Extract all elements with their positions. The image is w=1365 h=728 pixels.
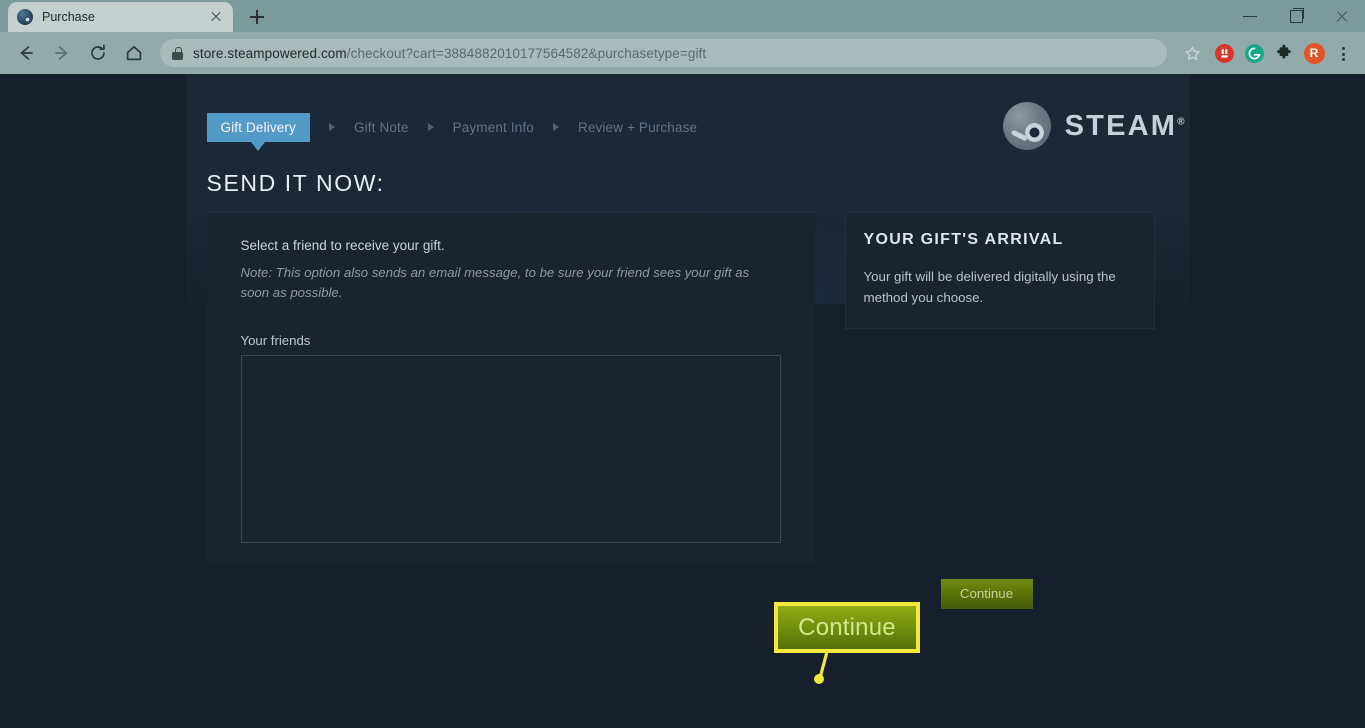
friends-list-box[interactable] <box>240 354 781 543</box>
breadcrumb-arrow-icon <box>310 123 354 131</box>
continue-button[interactable]: Continue <box>940 578 1033 609</box>
window-controls <box>1227 0 1365 32</box>
minimize-button[interactable] <box>1227 0 1273 32</box>
avatar-initial: R <box>1303 42 1325 64</box>
continue-button-zoom-callout: Continue <box>774 602 920 653</box>
form-lead-text: Select a friend to receive your gift. <box>240 238 445 253</box>
breadcrumb-arrow-icon <box>409 123 453 131</box>
browser-titlebar: Purchase <box>0 0 1365 32</box>
breadcrumb-step-payment-info[interactable]: Payment Info <box>453 113 534 142</box>
url-host: store.steampowered.com <box>193 45 347 61</box>
breadcrumb-step-review-purchase[interactable]: Review + Purchase <box>578 113 697 142</box>
close-tab-icon[interactable] <box>208 9 224 25</box>
steam-word-text: STEAM <box>1064 109 1178 142</box>
gift-arrival-heading: YOUR GIFT'S ARRIVAL <box>863 231 1064 248</box>
steam-checkout-page: Gift Delivery Gift Note Payment Info Rev… <box>0 74 1365 728</box>
steam-logo[interactable]: STEAM® <box>1002 102 1185 150</box>
gift-delivery-form: Select a friend to receive your gift. No… <box>206 212 815 565</box>
page-title: SEND IT NOW: <box>206 170 385 196</box>
url-path: /checkout?cart=3884882010177564582&purch… <box>346 45 707 61</box>
home-button[interactable] <box>116 35 152 71</box>
secure-lock-icon <box>172 46 183 60</box>
page-wrapper: Gift Delivery Gift Note Payment Info Rev… <box>181 74 1185 565</box>
breadcrumb-step-gift-delivery[interactable]: Gift Delivery <box>206 112 310 151</box>
close-window-button[interactable] <box>1319 0 1365 32</box>
checkout-columns: Select a friend to receive your gift. No… <box>206 212 1185 565</box>
browser-menu-button[interactable] <box>1329 38 1357 68</box>
breadcrumb-step-gift-note[interactable]: Gift Note <box>354 113 409 142</box>
reload-button[interactable] <box>80 35 116 71</box>
steam-logo-icon <box>1002 102 1051 150</box>
gift-arrival-body: Your gift will be delivered digitally us… <box>863 269 1116 305</box>
steam-wordmark: STEAM® <box>1065 110 1185 143</box>
browser-toolbar: store.steampowered.com/checkout?cart=388… <box>0 32 1365 74</box>
tab-title: Purchase <box>42 10 95 24</box>
forward-button[interactable] <box>44 35 80 71</box>
breadcrumb-label: Gift Delivery <box>220 119 296 135</box>
breadcrumb-arrow-icon <box>534 123 578 131</box>
registered-mark: ® <box>1177 115 1185 127</box>
form-note-text: Note: This option also sends an email me… <box>240 265 750 301</box>
address-bar[interactable]: store.steampowered.com/checkout?cart=388… <box>160 39 1167 67</box>
adblock-icon[interactable] <box>1209 38 1239 68</box>
callout-label: Continue <box>798 613 896 641</box>
grammarly-icon[interactable] <box>1239 38 1269 68</box>
extensions-puzzle-icon[interactable] <box>1269 38 1299 68</box>
friends-field-label: Your friends <box>240 332 311 348</box>
bookmark-star-icon[interactable] <box>1175 36 1209 70</box>
browser-tab[interactable]: Purchase <box>8 2 233 32</box>
checkout-breadcrumb: Gift Delivery Gift Note Payment Info Rev… <box>206 74 1185 151</box>
browser-chrome: Purchase store.steampowered.com/checkout… <box>0 0 1365 74</box>
gift-arrival-panel: YOUR GIFT'S ARRIVAL Your gift will be de… <box>844 212 1155 330</box>
maximize-button[interactable] <box>1273 0 1319 32</box>
back-button[interactable] <box>8 35 44 71</box>
steam-favicon-icon <box>17 9 33 25</box>
url-text: store.steampowered.com/checkout?cart=388… <box>193 46 706 61</box>
new-tab-button[interactable] <box>243 3 271 31</box>
profile-avatar[interactable]: R <box>1299 38 1329 68</box>
